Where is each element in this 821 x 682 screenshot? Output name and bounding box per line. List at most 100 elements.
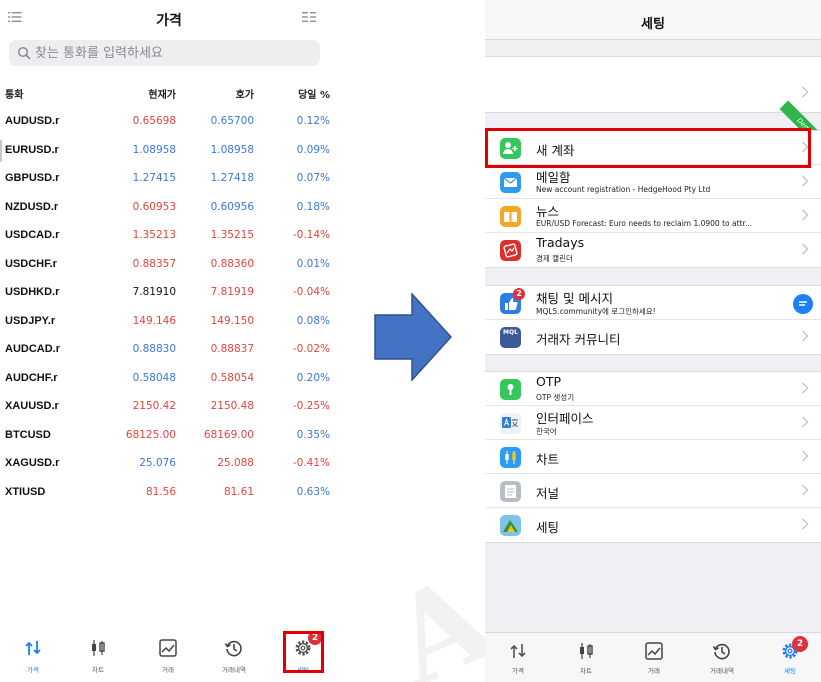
tab-label: 차트 — [92, 666, 104, 674]
chat-bubble-icon[interactable] — [793, 294, 813, 314]
prices-screen: 가격 통화 현재가 호가 당일 % AUDUSD.r 0.65698 0.65700… — [0, 0, 338, 682]
search-input[interactable] — [35, 43, 315, 63]
ask-cell: 149.150 — [210, 314, 254, 327]
otp-title: OTP — [536, 374, 562, 389]
tools-group: OTP OTP 생성기 인터페이스 한국어 차트 저널 세팅 — [485, 371, 821, 543]
change-cell: -0.02% — [292, 343, 330, 355]
table-row[interactable]: AUDCAD.r 0.88830 0.88837 -0.02% — [0, 335, 338, 364]
bid-cell: 68125.00 — [125, 428, 176, 441]
table-row[interactable]: EURUSD.r 1.08958 1.08958 0.09% — [0, 136, 338, 165]
symbol-cell: AUDCAD.r — [5, 343, 60, 355]
table-row[interactable]: BTCUSD 68125.00 68169.00 0.35% — [0, 421, 338, 450]
symbol-cell: USDJPY.r — [5, 314, 56, 327]
bid-cell: 149.146 — [132, 314, 176, 327]
search-bar[interactable] — [9, 40, 320, 66]
calendar-icon — [500, 240, 521, 261]
highlight-box-new-account — [485, 128, 811, 168]
ask-cell: 7.81919 — [210, 286, 254, 298]
mql-icon-text: MQL — [503, 329, 518, 336]
key-icon — [500, 379, 521, 400]
trade-chart-icon — [159, 639, 177, 657]
change-cell: 0.18% — [296, 200, 330, 213]
translate-icon — [500, 413, 521, 434]
tab-label: 가격 — [512, 667, 524, 675]
tab-trade[interactable]: 거래 — [143, 638, 193, 674]
bid-cell: 0.58048 — [132, 371, 176, 384]
tab-label: 세팅 — [784, 667, 796, 675]
news-item[interactable]: 뉴스 EUR/USD Forecast: Euro needs to recla… — [485, 199, 821, 233]
ask-cell: 2150.48 — [210, 400, 254, 412]
settings-screen: 세팅 Demo 새 계좌 메일함 New account registratio… — [485, 0, 821, 682]
tab-chart[interactable]: 차트 — [561, 641, 611, 675]
table-row[interactable]: XAUUSD.r 2150.42 2150.48 -0.25% — [0, 392, 338, 421]
chevron-right-icon — [801, 416, 809, 428]
chevron-right-icon — [801, 209, 809, 221]
columns-view-icon[interactable] — [302, 11, 316, 23]
otp-item[interactable]: OTP OTP 생성기 — [485, 372, 821, 406]
symbol-cell: USDCAD.r — [5, 229, 60, 241]
interface-language-item[interactable]: 인터페이스 한국어 — [485, 406, 821, 440]
bid-cell: 0.88357 — [132, 257, 176, 270]
mailbox-item[interactable]: 메일함 New account registration - HedgeHood… — [485, 165, 821, 199]
table-row[interactable]: USDHKD.r 7.81910 7.81919 -0.04% — [0, 278, 338, 307]
tab-history[interactable]: 거래내역 — [209, 638, 259, 674]
bid-cell: 1.08958 — [132, 143, 176, 156]
tab-label: 거래내역 — [222, 666, 246, 674]
change-cell: 0.35% — [296, 428, 330, 441]
charts-item[interactable]: 차트 — [485, 440, 821, 474]
symbol-cell: USDHKD.r — [5, 286, 60, 298]
table-row[interactable]: NZDUSD.r 0.60953 0.60956 0.18% — [0, 193, 338, 222]
symbol-cell: GBPUSD.r — [5, 172, 60, 184]
table-row[interactable]: XAGUSD.r 25.076 25.088 -0.41% — [0, 449, 338, 478]
change-cell: 0.20% — [296, 371, 330, 384]
change-cell: 0.01% — [296, 257, 330, 270]
quotes-table-header: 통화 현재가 호가 당일 % — [0, 86, 338, 104]
table-row[interactable]: XTIUSD 81.56 81.61 0.63% — [0, 478, 338, 507]
table-row[interactable]: USDJPY.r 149.146 149.150 0.08% — [0, 307, 338, 336]
change-cell: 0.09% — [296, 143, 330, 156]
account-group[interactable]: Demo — [485, 56, 821, 152]
news-title: 뉴스 — [536, 204, 560, 219]
journal-item[interactable]: 저널 — [485, 474, 821, 508]
tab-label: 가격 — [27, 666, 39, 674]
tradays-item[interactable]: Tradays 경제 캘린더 — [485, 233, 821, 267]
bid-cell: 0.88830 — [132, 343, 176, 355]
page-title: 가격 — [156, 13, 182, 29]
symbol-cell: BTCUSD — [5, 428, 51, 441]
column-header-change: 당일 % — [298, 90, 330, 101]
community-group: 2 채팅 및 메시지 MQL5.community에 로그인하세요! MQL 거… — [485, 285, 821, 355]
chat-badge: 2 — [513, 288, 525, 300]
symbol-cell: XAUUSD.r — [5, 400, 59, 412]
table-row[interactable]: AUDUSD.r 0.65698 0.65700 0.12% — [0, 107, 338, 136]
change-cell: 0.07% — [296, 172, 330, 184]
table-row[interactable]: AUDCHF.r 0.58048 0.58054 0.20% — [0, 364, 338, 393]
table-row[interactable]: USDCAD.r 1.35213 1.35215 -0.14% — [0, 221, 338, 250]
tab-history[interactable]: 거래내역 — [697, 641, 747, 675]
bid-cell: 7.81910 — [132, 286, 176, 298]
settings-label: 세팅 — [536, 520, 560, 535]
book-icon — [500, 206, 521, 227]
table-row[interactable]: GBPUSD.r 1.27415 1.27418 0.07% — [0, 164, 338, 193]
bid-cell: 1.27415 — [132, 172, 176, 184]
tab-quotes[interactable]: 가격 — [493, 641, 543, 675]
settings-badge: 2 — [792, 636, 808, 652]
change-cell: -0.04% — [292, 286, 330, 298]
ask-cell: 1.08958 — [210, 143, 254, 156]
candlestick-icon — [92, 640, 105, 656]
chat-item[interactable]: 2 채팅 및 메시지 MQL5.community에 로그인하세요! — [485, 286, 821, 320]
traders-community-item[interactable]: MQL 거래자 커뮤니티 — [485, 320, 821, 354]
tab-quotes[interactable]: 가격 — [8, 638, 58, 674]
chevron-right-icon — [801, 518, 809, 530]
tab-trade[interactable]: 거래 — [629, 641, 679, 675]
highlight-box-settings-tab — [283, 631, 324, 673]
tab-chart[interactable]: 차트 — [73, 638, 123, 674]
settings-item[interactable]: 세팅 — [485, 508, 821, 542]
table-row[interactable]: USDCHF.r 0.88357 0.88360 0.01% — [0, 250, 338, 279]
symbol-cell: NZDUSD.r — [5, 200, 59, 213]
ask-cell: 0.88837 — [210, 343, 254, 355]
history-clock-icon — [224, 640, 242, 657]
change-cell: 0.12% — [296, 115, 330, 127]
tradays-title: Tradays — [536, 235, 585, 250]
candlestick-icon — [580, 643, 593, 659]
ask-cell: 0.88360 — [210, 257, 254, 270]
